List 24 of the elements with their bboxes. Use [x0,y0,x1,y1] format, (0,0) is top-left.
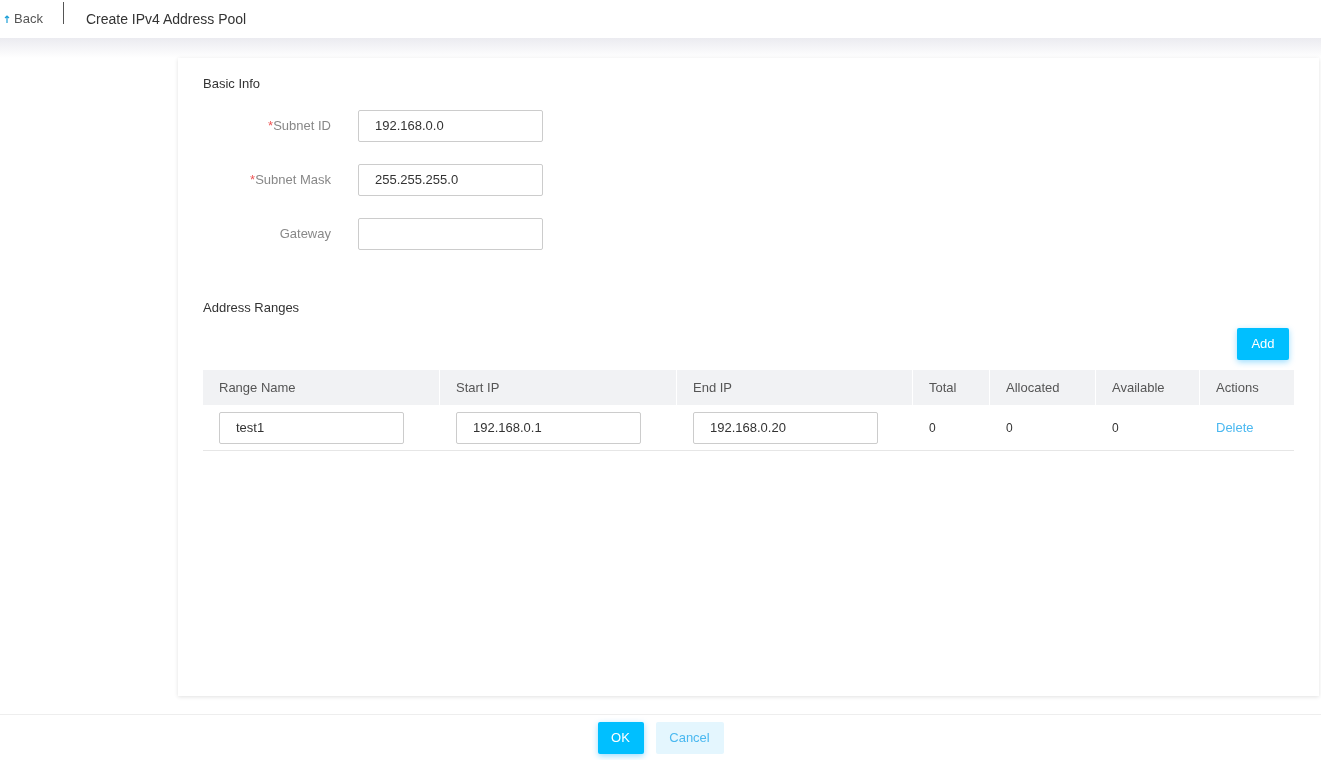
text-field[interactable]: 192.168.0.0 [358,109,543,142]
table-cell-text: 0 [1005,419,1014,437]
field-label: *Subnet ID [267,116,331,135]
column-header: Total [913,370,990,405]
text-field[interactable] [358,217,543,250]
section-title: Address Ranges [203,298,301,317]
field-label: Gateway [278,224,331,243]
table-input[interactable]: test1 [219,411,404,444]
back-link[interactable]: Back [0,9,63,29]
text-field[interactable]: 255.255.255.0 [358,163,543,196]
column-header: Start IP [440,370,677,405]
table-cell-text: 0 [1111,419,1120,437]
table-input[interactable]: 192.168.0.1 [456,411,641,444]
section-title: Basic Info [203,75,262,93]
table-input[interactable]: 192.168.0.20 [693,411,878,444]
column-header: End IP [677,370,913,405]
page-title: Create IPv4 Address Pool [85,9,247,29]
column-header: Allocated [990,370,1096,405]
column-header: Range Name [203,370,440,405]
table-cell-text: 0 [928,419,937,437]
column-header: Available [1096,370,1200,405]
back-arrow-icon [4,14,10,24]
field-label: *Subnet Mask [249,170,331,189]
column-header: Actions [1215,378,1260,397]
